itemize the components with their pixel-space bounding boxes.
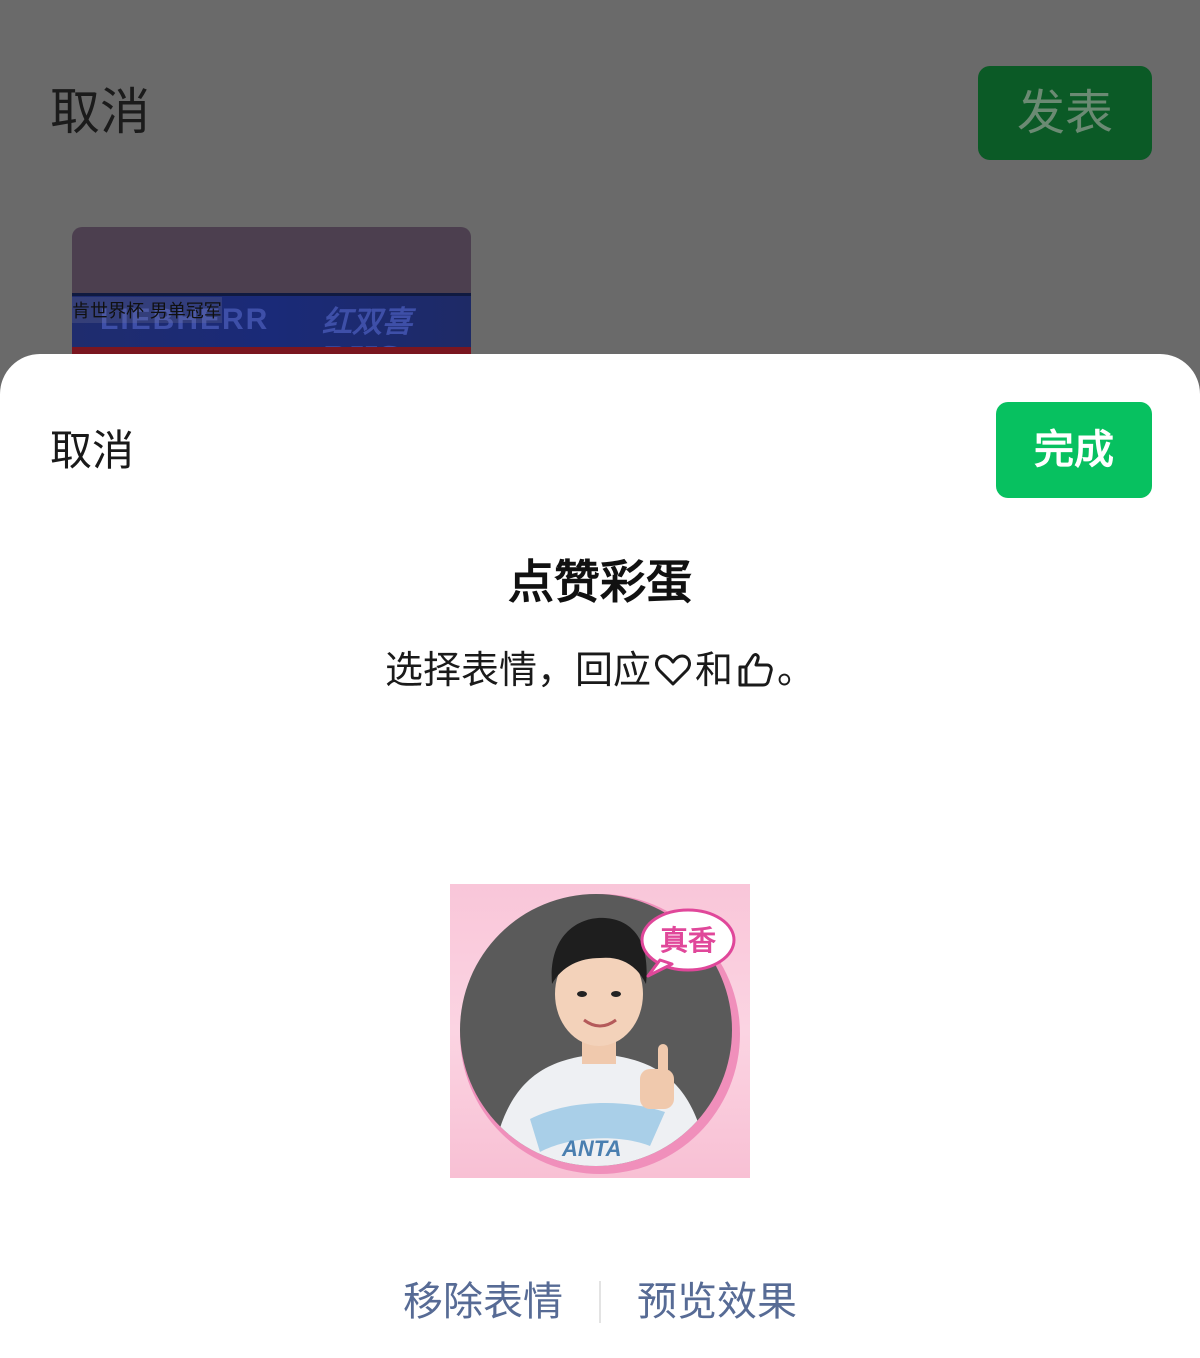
sticker-bubble-text: 真香 — [660, 924, 716, 957]
sheet-cancel-button[interactable]: 取消 — [50, 424, 134, 478]
subtitle-text-end: 。 — [777, 648, 816, 692]
page: 取消 发表 LIEBHERR 红双喜 DHS 肯世界杯 男单冠军 取消 完成 点… — [0, 0, 1200, 1358]
preview-effect-link[interactable]: 预览效果 — [601, 1274, 833, 1330]
sheet-title: 点赞彩蛋 — [508, 555, 692, 609]
compose-publish-button[interactable]: 发表 — [978, 66, 1152, 160]
subtitle-text-middle: 和 — [694, 648, 733, 692]
sheet-subtitle: 选择表情，回应 和 。 — [0, 646, 1200, 694]
thumbnail-caption: 肯世界杯 男单冠军 — [72, 297, 222, 323]
compose-header: 取消 发表 — [0, 0, 1200, 200]
sticker-actions: 移除表情 预览效果 — [0, 1274, 1200, 1330]
done-button[interactable]: 完成 — [996, 402, 1152, 498]
heart-outline-icon — [653, 650, 693, 690]
thumbs-up-outline-icon — [735, 650, 775, 690]
selected-sticker[interactable]: 真香 ANTA — [450, 884, 750, 1178]
compose-cancel-button[interactable]: 取消 — [50, 80, 150, 144]
sticker-shirt-text: ANTA — [561, 1136, 621, 1161]
like-easter-egg-sheet: 取消 完成 点赞彩蛋 选择表情，回应 和 。 真香 ANTA 移除表情 预览效果 — [0, 354, 1200, 1358]
remove-sticker-link[interactable]: 移除表情 — [367, 1274, 599, 1330]
subtitle-text-start: 选择表情，回应 — [384, 648, 651, 692]
